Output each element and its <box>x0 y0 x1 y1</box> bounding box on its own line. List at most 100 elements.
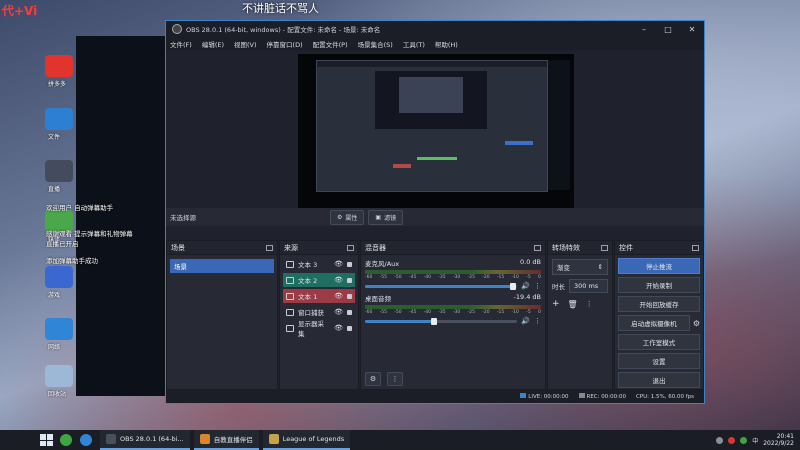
ime-indicator[interactable]: 中 <box>752 436 758 445</box>
eye-icon[interactable]: 👁 <box>334 308 343 316</box>
menu-help[interactable]: 帮助(H) <box>435 39 458 49</box>
taskbar-task[interactable]: League of Legends <box>262 430 351 450</box>
settings-button[interactable]: 设置 <box>618 353 700 369</box>
notify-line: 添加弹幕助手成功 <box>46 257 98 265</box>
meter-tick: -60 <box>365 275 373 280</box>
source-item[interactable]: 文本 3 👁 <box>283 257 355 271</box>
gear-icon[interactable]: ⚙ <box>693 319 700 328</box>
eye-icon[interactable]: 👁 <box>334 292 343 300</box>
eye-icon[interactable]: 👁 <box>334 276 343 284</box>
meter-tick: -55 <box>379 275 388 280</box>
rec-icon <box>578 393 585 398</box>
tray-app-icon[interactable] <box>716 436 724 444</box>
transition-type: 渐变 <box>557 264 570 272</box>
volume-slider-knob[interactable] <box>430 317 437 325</box>
start-recording-button[interactable]: 开始录制 <box>618 277 700 293</box>
volume-slider-knob[interactable] <box>509 282 516 290</box>
taskbar-task[interactable]: OBS 28.0.1 (64-bi... <box>100 430 190 450</box>
menu-profile[interactable]: 配置文件(P) <box>313 39 348 49</box>
undock-icon[interactable] <box>692 244 699 251</box>
game-icon[interactable] <box>45 266 73 288</box>
menu-scene-collection[interactable]: 场景集合(S) <box>358 39 393 49</box>
meter-tick: -50 <box>394 275 402 280</box>
volume-slider[interactable] <box>365 282 518 290</box>
close-icon[interactable]: ✕ <box>680 25 704 34</box>
stop-streaming-button[interactable]: 停止推流 <box>618 258 700 274</box>
tray-app-icon[interactable] <box>740 436 748 444</box>
speaker-icon[interactable]: 🔊 <box>521 317 530 325</box>
tray-app-icon[interactable] <box>728 436 736 444</box>
live-status: LIVE: 00:00:00 <box>520 393 569 400</box>
menu-docks[interactable]: 停靠窗口(D) <box>267 39 303 49</box>
maximize-icon[interactable]: □ <box>656 25 680 34</box>
minimize-icon[interactable]: – <box>632 25 656 34</box>
duration-value: 300 ms <box>574 282 599 290</box>
undock-icon[interactable] <box>347 244 354 251</box>
mixer-menu-button[interactable]: ⋮ <box>387 372 403 386</box>
task-app-icon <box>268 434 279 444</box>
undock-icon[interactable] <box>266 244 273 251</box>
undock-icon[interactable] <box>534 244 541 251</box>
menu-file[interactable]: 文件(F) <box>170 39 192 49</box>
text-source-icon <box>286 292 294 300</box>
undock-icon[interactable] <box>601 244 608 251</box>
eye-icon[interactable]: 👁 <box>334 260 343 268</box>
volume-slider[interactable] <box>365 317 518 325</box>
meter-tick: -5 <box>526 310 531 315</box>
gear-icon: ⚙ <box>337 213 343 221</box>
meter-tick: -55 <box>379 310 388 315</box>
menu-view[interactable]: 视图(V) <box>234 39 257 49</box>
source-label: 文本 3 <box>298 261 318 269</box>
studio-mode-button[interactable]: 工作室模式 <box>618 334 700 350</box>
meter-tick: -35 <box>438 275 446 280</box>
app-icon[interactable] <box>45 160 73 182</box>
source-item[interactable]: 显示器采集 👁 <box>283 320 355 338</box>
menu-edit[interactable]: 编辑(E) <box>202 39 224 49</box>
duration-input[interactable]: 300 ms <box>569 279 608 293</box>
window-capture-icon <box>286 308 294 316</box>
filters-button[interactable]: ▣ 滤镜 <box>368 209 404 225</box>
source-item[interactable]: 文本 2 👁 <box>283 273 355 287</box>
scene-item[interactable]: 场景 <box>170 259 274 273</box>
notify-line: 直播已开启 <box>46 240 79 248</box>
add-transition-icon[interactable]: + <box>552 299 560 309</box>
clock[interactable]: 20:41 2022/9/22 <box>763 433 794 447</box>
lock-icon[interactable] <box>347 261 352 267</box>
channel-db: -19.4 dB <box>513 293 541 301</box>
trash-icon[interactable]: 🗑 <box>568 300 578 309</box>
nested-preview <box>316 60 548 192</box>
kebab-icon[interactable]: ⋮ <box>534 317 541 325</box>
lock-icon[interactable] <box>347 277 352 283</box>
program-preview[interactable] <box>298 54 574 209</box>
taskbar-task[interactable]: 自教直播伴侣 <box>193 430 259 450</box>
transitions-dock: 转场特效 渐变 ⇕ 时长 300 ms + 🗑 ⋮ <box>547 240 613 390</box>
desktop-icon-label: 拼多多 <box>48 81 67 88</box>
files-icon[interactable] <box>45 108 73 130</box>
mixer-settings-button[interactable]: ⚙ <box>365 372 381 386</box>
properties-button[interactable]: ⚙ 属性 <box>330 209 365 225</box>
transition-select[interactable]: 渐变 ⇕ <box>552 259 608 275</box>
start-virtual-camera-button[interactable]: 启动虚拟摄像机 <box>618 315 690 331</box>
recycle-bin-icon[interactable] <box>45 365 73 387</box>
lock-icon[interactable] <box>347 325 352 331</box>
pinduoduo-icon[interactable] <box>45 55 73 77</box>
kebab-icon[interactable]: ⋮ <box>586 300 593 308</box>
app-green-icon[interactable] <box>60 434 72 446</box>
lock-icon[interactable] <box>347 309 352 315</box>
controls-dock-title: 控件 <box>619 243 633 252</box>
live-time: LIVE: 00:00:00 <box>528 394 569 400</box>
title-bar[interactable]: OBS 28.0.1 (64-bit, windows) - 配置文件: 未命名… <box>166 21 704 37</box>
windows-start-icon[interactable] <box>40 434 54 446</box>
kebab-icon[interactable]: ⋮ <box>534 282 541 290</box>
source-item[interactable]: 窗口捕获 👁 <box>283 305 355 319</box>
lock-icon[interactable] <box>347 293 352 299</box>
start-replay-buffer-button[interactable]: 开始回放缓存 <box>618 296 700 312</box>
speaker-icon[interactable]: 🔊 <box>521 282 530 290</box>
meter-tick: -30 <box>452 310 461 315</box>
media-player-icon[interactable] <box>80 434 92 446</box>
exit-button[interactable]: 退出 <box>618 372 700 388</box>
network-icon[interactable] <box>45 318 73 340</box>
menu-tools[interactable]: 工具(T) <box>403 39 425 49</box>
eye-icon[interactable]: 👁 <box>334 324 343 332</box>
source-item[interactable]: 文本 1 👁 <box>283 289 355 303</box>
